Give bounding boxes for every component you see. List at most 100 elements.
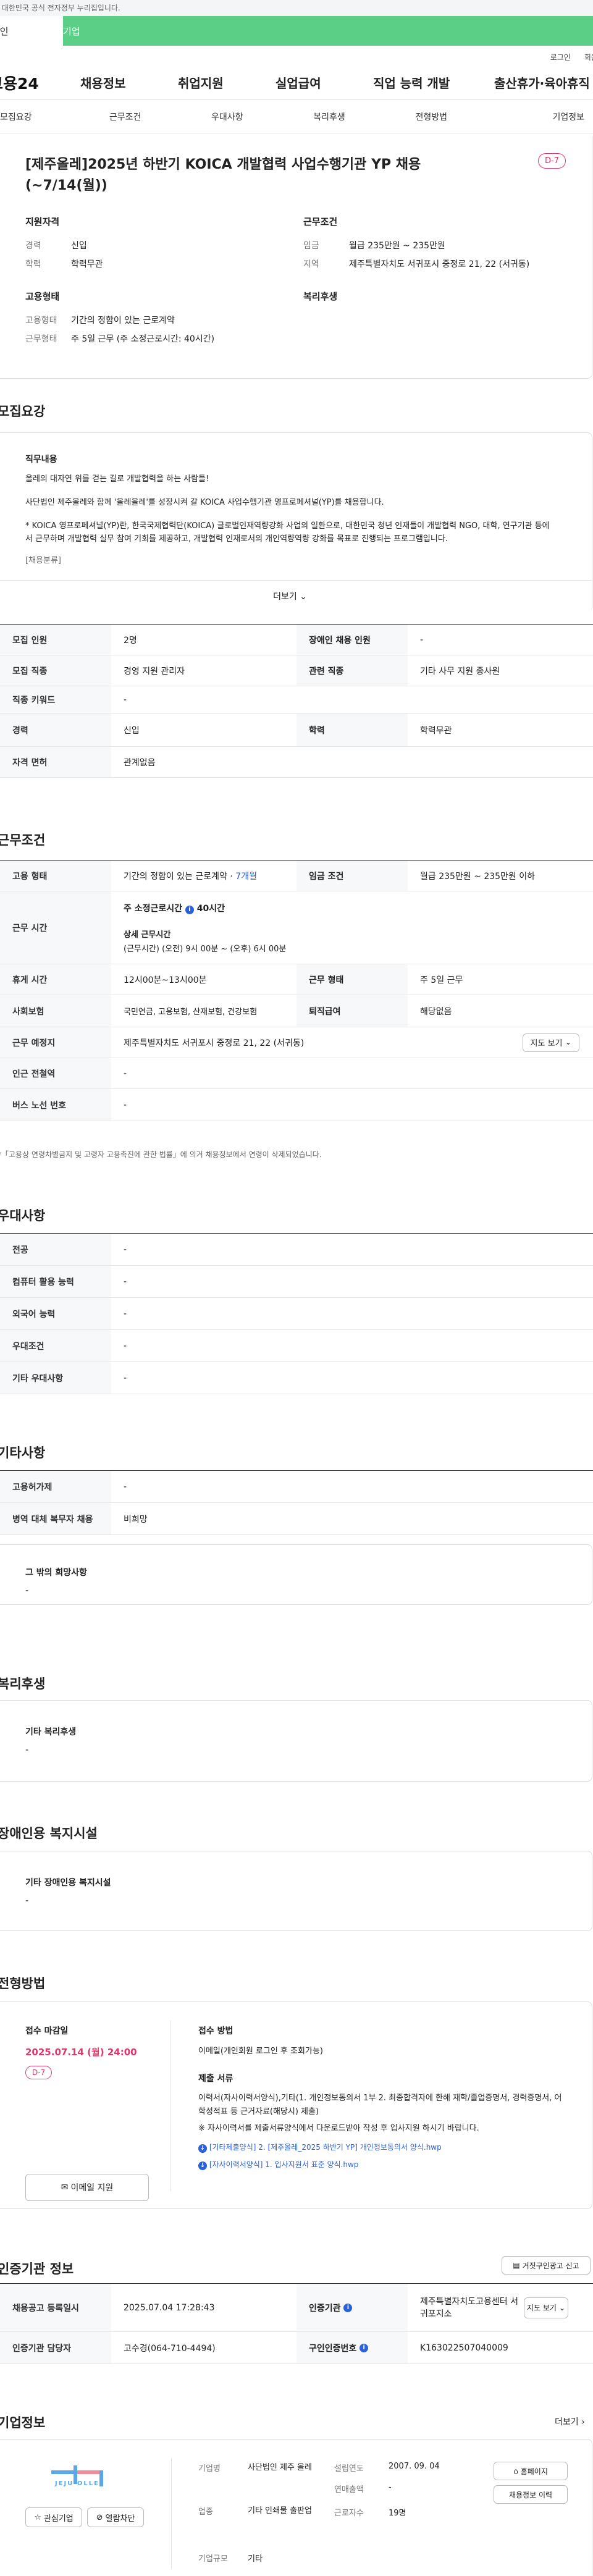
table-row: 휴게 시간 12시00분~13시00분 근무 형태 주 5일 근무 xyxy=(0,964,593,995)
recruit-heading: 모집요강 xyxy=(0,404,46,419)
dday-badge: D-7 xyxy=(25,2066,53,2079)
etc-heading: 기타사항 xyxy=(0,1446,46,1460)
favorite-company-button[interactable]: ☆ 관심기업 xyxy=(25,2507,82,2527)
table-row: 컴퓨터 활용 능력 - xyxy=(0,1266,593,1298)
process-heading: 전형방법 xyxy=(0,1976,46,1991)
qual-edu: 학력 학력무관 xyxy=(25,259,103,269)
emp-heading: 고용형태 xyxy=(25,291,60,302)
table-row: 인증기관 담당자 고수경(064-710-4494) 구인인증번호 i K163022… xyxy=(0,2332,593,2364)
tab-company[interactable]: 기업 xyxy=(63,16,593,46)
download-icon: ↓ xyxy=(198,2144,207,2153)
auth-map-button[interactable]: 지도 보기 ⌄ xyxy=(524,2297,568,2318)
table-row: 근무 시간 주 소정근로시간 i 40시간 상세 근무시간 (근무시간) (오전… xyxy=(0,891,593,964)
duty-card: 직무내용 올레의 대자연 위를 걷는 길로 개발협력을 하는 사람들! 사단법인… xyxy=(0,432,592,612)
table-row: 고용허가제 - xyxy=(0,1471,593,1503)
gov-notice-bar: 이 누리집은 대한민국 공식 전자정부 누리집입니다. xyxy=(0,0,593,16)
welfare-heading-main: 복리후생 xyxy=(0,1677,46,1691)
work-table: 고용 형태 기간의 정함이 있는 근로계약 · 7개월 임금 조건 월급 235만원 … xyxy=(0,860,593,1121)
info-icon: i xyxy=(343,2303,353,2312)
login-link[interactable]: 로그인 xyxy=(550,52,571,65)
company-card: JEJU OLLE ☆ 관심기업 ⊘ 열람차단 기업명 사단법인 제주 올레 업종 … xyxy=(0,2439,592,2576)
deadline-date: 2025.07.14 (월) 24:00 xyxy=(25,2047,137,2058)
gov-notice-text: 이 누리집은 대한민국 공식 전자정부 누리집입니다. xyxy=(0,4,120,12)
signup-link[interactable]: 회원가입 xyxy=(584,52,593,65)
table-row: 모집 인원 2명 장애인 채용 인원 - xyxy=(0,625,593,655)
emp-block: 고용형태 고용형태 기간의 정함이 있는 근로계약 근무형태 주 5일 근무 (주 … xyxy=(25,290,303,348)
nav-jobs[interactable]: 채용정보 xyxy=(80,74,178,91)
duty-line-4: [채용분류] xyxy=(25,556,61,565)
homepage-button[interactable]: ⌂ 홈페이지 xyxy=(494,2462,568,2480)
job-history-button[interactable]: 채용정보 이력 xyxy=(494,2485,568,2504)
tab-company-info[interactable]: 기업정보 xyxy=(482,111,593,123)
emp-workform: 근무형태 주 5일 근무 (주 소정근로시간: 40시간) xyxy=(25,334,215,344)
duty-line-2: 사단법인 제주올레와 함께 '올레올레'를 성장시켜 갈 KOICA 사업수행기… xyxy=(25,498,384,507)
nav-job-training[interactable]: 직업 능력 개발 xyxy=(373,74,494,91)
tab-process[interactable]: 전형방법 xyxy=(381,111,482,123)
anchor-tabs: 모집요강 근무조건 우대사항 복리후생 전형방법 기업정보 xyxy=(0,100,593,133)
site-logo[interactable]: 고용24 xyxy=(0,72,80,94)
download-icon: ↓ xyxy=(198,2161,207,2170)
process-card: 접수 마감일 2025.07.14 (월) 24:00 D-7 ✉ 이메일 지원 … xyxy=(0,2001,592,2209)
etc-extra-card: 그 밖의 희망사항 - xyxy=(0,1544,592,1605)
attach-file-link-2[interactable]: ↓ [자사이력서양식] 1. 입사지원서 표준 양식.hwp xyxy=(198,2159,569,2170)
etc-extra-heading: 그 밖의 희망사항 xyxy=(25,1568,87,1578)
email-apply-button[interactable]: ✉ 이메일 지원 xyxy=(25,2174,149,2201)
block-view-button[interactable]: ⊘ 열람차단 xyxy=(87,2507,144,2527)
deadline-panel: 접수 마감일 2025.07.14 (월) 24:00 D-7 ✉ 이메일 지원 xyxy=(25,2024,171,2201)
table-row: 채용공고 등록일시 2025.07.04 17:28:43 인증기관 i 제주특별자치… xyxy=(0,2284,593,2332)
welfare-box-heading: 기타 복리후생 xyxy=(25,1727,77,1737)
nav-parental-leave[interactable]: 출산휴가·육아휴직 xyxy=(494,74,590,91)
facility-box-heading: 기타 장애인용 복지시설 xyxy=(25,1878,111,1888)
facility-heading: 장애인용 복지시설 xyxy=(0,1826,98,1841)
welfare-card: 기타 복리후생 - xyxy=(0,1700,592,1782)
welfare-block: 복리후생 xyxy=(303,290,581,348)
tab-work-conditions[interactable]: 근무조건 xyxy=(74,111,176,123)
company-logo: JEJU OLLE xyxy=(50,2462,124,2493)
company-more-link[interactable]: 더보기 › xyxy=(555,2415,585,2428)
qual-heading: 지원자격 xyxy=(25,216,60,227)
etc-table: 고용허가제 - 병역 대체 복무자 채용 비희망 xyxy=(0,1470,593,1535)
job-summary-card: [제주올레]2025년 하반기 KOICA 개발협력 사업수행기관 YP 채용(… xyxy=(0,136,592,379)
duty-line-1: 올레의 대자연 위를 걷는 길로 개발협력을 하는 사람들! xyxy=(25,474,209,484)
facility-card: 기타 장애인용 복지시설 - xyxy=(0,1851,592,1931)
jeju-olle-logo-icon xyxy=(51,2465,103,2486)
chevron-down-icon: ⌄ xyxy=(565,1038,572,1047)
table-row: 경력 신입 학력 학력무관 xyxy=(0,713,593,747)
cond-heading: 근무조건 xyxy=(303,216,338,227)
table-row: 모집 직종 경영 지원 관리자 관련 직종 기타 사무 지원 종사원 xyxy=(0,655,593,686)
duty-heading: 직무내용 xyxy=(25,455,57,465)
table-row: 사회보험 국민연금, 고용보험, 산재보험, 건강보험 퇴직급여 해당없음 xyxy=(0,995,593,1027)
util-menu: 로그인 회원가입 xyxy=(0,46,593,65)
table-row: 직종 키워드 - xyxy=(0,686,593,713)
tab-preferences[interactable]: 우대사항 xyxy=(176,111,278,123)
nav-employment-support[interactable]: 취업지원 xyxy=(178,74,275,91)
info-icon: i xyxy=(360,2343,369,2352)
table-row: 병역 대체 복무자 채용 비희망 xyxy=(0,1503,593,1535)
company-divider xyxy=(171,2458,172,2569)
emp-type: 고용형태 기간의 정함이 있는 근로계약 xyxy=(25,316,175,326)
attach-file-link-1[interactable]: ↓ [기타제출양식] 2. [제주올레_2025 하반기 YP] 개인정보동의서… xyxy=(198,2142,569,2153)
duty-line-3: * KOICA 영프로페셔널(YP)란, 한국국제협력단(KOICA) 글로벌인… xyxy=(25,521,550,544)
block-icon: ⊘ xyxy=(96,2512,103,2522)
welfare-heading: 복리후생 xyxy=(303,291,338,302)
table-row: 우대조건 - xyxy=(0,1330,593,1362)
method-panel: 접수 방법 이메일(개인회원 로그인 후 조회가능) 제출 서류 이력서(자사이… xyxy=(198,2024,569,2170)
table-row: 고용 형태 기간의 정함이 있는 근로계약 · 7개월 임금 조건 월급 235만원 … xyxy=(0,861,593,891)
tab-welfare[interactable]: 복리후생 xyxy=(278,111,380,123)
table-row: 외국어 능력 - xyxy=(0,1298,593,1330)
table-row: 버스 노선 번호 - xyxy=(0,1089,593,1121)
mail-icon: ✉ xyxy=(61,2182,69,2192)
star-icon: ☆ xyxy=(34,2512,41,2522)
cond-block: 근무조건 임금 월급 235만원 ~ 235만원 지역 제주특별자치도 서귀포시 중… xyxy=(303,215,581,274)
table-row: 기타 우대사항 - xyxy=(0,1362,593,1394)
nav-unemployment-benefit[interactable]: 실업급여 xyxy=(275,74,373,91)
more-button[interactable]: 더보기 ⌄ xyxy=(0,580,592,612)
report-fake-ad-button[interactable]: ▤ 거짓구인광고 신고 xyxy=(502,2256,591,2275)
info-icon: i xyxy=(185,905,194,914)
qual-block: 지원자격 경력 신입 학력 학력무관 xyxy=(25,215,303,274)
tab-personal[interactable]: 개인 xyxy=(0,16,63,46)
tab-recruit[interactable]: 모집요강 xyxy=(0,111,74,123)
map-button[interactable]: 지도 보기 ⌄ xyxy=(523,1033,579,1052)
summary-grid: 지원자격 경력 신입 학력 학력무관 근무조건 임금 월급 235만원 ~ 235만원… xyxy=(25,215,592,274)
auth-heading: 인증기관 정보 xyxy=(0,2262,74,2276)
